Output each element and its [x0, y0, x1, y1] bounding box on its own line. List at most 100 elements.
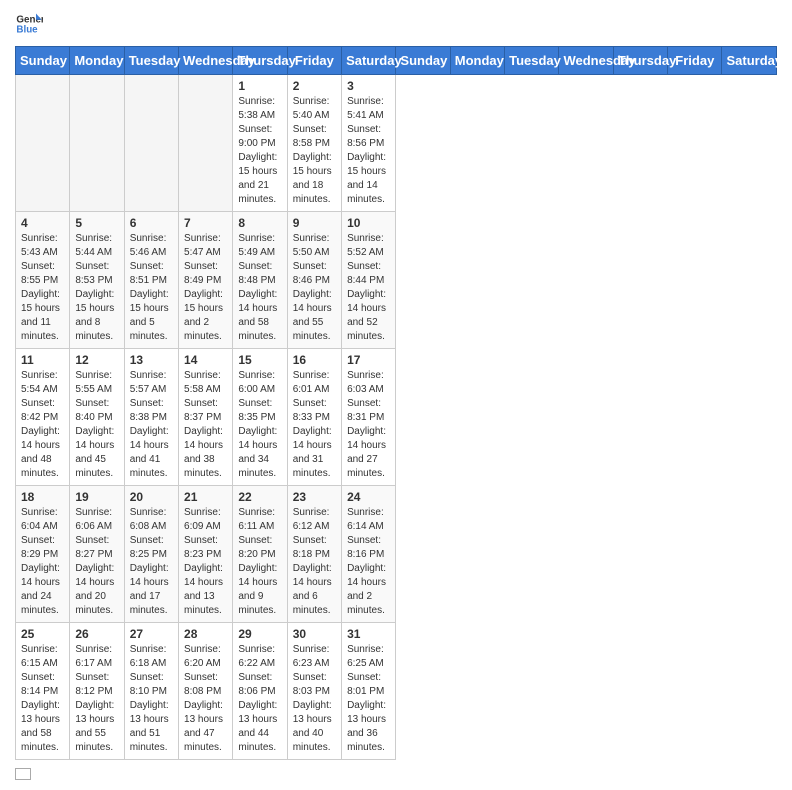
legend-color-box [15, 768, 31, 780]
day-number: 17 [347, 353, 390, 367]
calendar-cell: 3Sunrise: 5:41 AM Sunset: 8:56 PM Daylig… [342, 75, 396, 212]
calendar-cell: 22 Sunrise: 6:11 AM Sunset: 8:20 PM Dayli… [233, 486, 287, 623]
calendar-cell: 18 Sunrise: 6:04 AM Sunset: 8:29 PM Dayli… [16, 486, 70, 623]
cell-info: Sunrise: 5:43 AM Sunset: 8:55 PM Dayligh… [21, 232, 64, 344]
day-number: 14 [184, 353, 227, 367]
cell-info: Sunrise: 5:47 AM Sunset: 8:49 PM Dayligh… [184, 232, 227, 344]
day-number: 11 [21, 353, 64, 367]
calendar-cell: 21 Sunrise: 6:09 AM Sunset: 8:23 PM Dayli… [179, 486, 233, 623]
day-number: 8 [238, 216, 281, 230]
day-number: 9 [293, 216, 336, 230]
calendar-cell [70, 75, 124, 212]
day-header-wednesday: Wednesday [179, 47, 233, 75]
day-header-tuesday: Tuesday [124, 47, 178, 75]
cell-info: Sunrise: 6:22 AM Sunset: 8:06 PM Dayligh… [238, 643, 281, 755]
calendar-cell: 14 Sunrise: 5:58 AM Sunset: 8:37 PM Dayli… [179, 349, 233, 486]
page-header: General Blue [15, 10, 777, 38]
calendar-cell: 1 Sunrise: 5:38 AM Sunset: 9:00 PM Daylig… [233, 75, 287, 212]
cell-info: Sunrise: 5:46 AM Sunset: 8:51 PM Dayligh… [130, 232, 173, 344]
col-header-thursday: Thursday [613, 47, 667, 75]
col-header-saturday: Saturday [722, 47, 777, 75]
calendar-cell: 29 Sunrise: 6:22 AM Sunset: 8:06 PM Dayli… [233, 623, 287, 760]
calendar-cell: 13 Sunrise: 5:57 AM Sunset: 8:38 PM Dayli… [124, 349, 178, 486]
day-number: 13 [130, 353, 173, 367]
day-number: 27 [130, 627, 173, 641]
cell-info: Sunrise: 6:04 AM Sunset: 8:29 PM Dayligh… [21, 506, 64, 618]
col-header-friday: Friday [668, 47, 722, 75]
cell-info: Sunrise: 6:03 AM Sunset: 8:31 PM Dayligh… [347, 369, 390, 481]
calendar-table: SundayMondayTuesdayWednesdayThursdayFrid… [15, 46, 777, 760]
day-number: 7 [184, 216, 227, 230]
calendar-cell: 30 Sunrise: 6:23 AM Sunset: 8:03 PM Dayli… [287, 623, 341, 760]
cell-info: Sunrise: 5:50 AM Sunset: 8:46 PM Dayligh… [293, 232, 336, 344]
day-number: 22 [238, 490, 281, 504]
week-row-5: 25 Sunrise: 6:15 AM Sunset: 8:14 PM Dayli… [16, 623, 777, 760]
calendar-cell [16, 75, 70, 212]
cell-info: Sunrise: 5:57 AM Sunset: 8:38 PM Dayligh… [130, 369, 173, 481]
day-number: 21 [184, 490, 227, 504]
day-number: 23 [293, 490, 336, 504]
col-header-tuesday: Tuesday [505, 47, 559, 75]
calendar-cell: 27 Sunrise: 6:18 AM Sunset: 8:10 PM Dayli… [124, 623, 178, 760]
calendar-cell: 11 Sunrise: 5:54 AM Sunset: 8:42 PM Dayli… [16, 349, 70, 486]
cell-info: Sunrise: 5:38 AM Sunset: 9:00 PM Dayligh… [238, 95, 281, 207]
day-header-saturday: Saturday [342, 47, 396, 75]
cell-info: Sunrise: 6:11 AM Sunset: 8:20 PM Dayligh… [238, 506, 281, 618]
calendar-cell: 31Sunrise: 6:25 AM Sunset: 8:01 PM Dayli… [342, 623, 396, 760]
day-number: 4 [21, 216, 64, 230]
calendar-cell: 26 Sunrise: 6:17 AM Sunset: 8:12 PM Dayli… [70, 623, 124, 760]
day-number: 26 [75, 627, 118, 641]
cell-info: Sunrise: 6:23 AM Sunset: 8:03 PM Dayligh… [293, 643, 336, 755]
calendar-cell: 24 Sunrise: 6:14 AM Sunset: 8:16 PM Dayli… [342, 486, 396, 623]
day-number: 18 [21, 490, 64, 504]
week-row-3: 11 Sunrise: 5:54 AM Sunset: 8:42 PM Dayli… [16, 349, 777, 486]
cell-info: Sunrise: 6:09 AM Sunset: 8:23 PM Dayligh… [184, 506, 227, 618]
col-header-wednesday: Wednesday [559, 47, 613, 75]
calendar-cell: 23 Sunrise: 6:12 AM Sunset: 8:18 PM Dayli… [287, 486, 341, 623]
col-header-monday: Monday [450, 47, 504, 75]
cell-info: Sunrise: 5:54 AM Sunset: 8:42 PM Dayligh… [21, 369, 64, 481]
cell-info: Sunrise: 5:49 AM Sunset: 8:48 PM Dayligh… [238, 232, 281, 344]
calendar-cell: 6 Sunrise: 5:46 AM Sunset: 8:51 PM Daylig… [124, 212, 178, 349]
svg-text:Blue: Blue [16, 24, 38, 35]
cell-info: Sunrise: 6:15 AM Sunset: 8:14 PM Dayligh… [21, 643, 64, 755]
cell-info: Sunrise: 6:20 AM Sunset: 8:08 PM Dayligh… [184, 643, 227, 755]
header-row: SundayMondayTuesdayWednesdayThursdayFrid… [16, 47, 777, 75]
calendar-cell: 5Sunrise: 5:44 AM Sunset: 8:53 PM Daylig… [70, 212, 124, 349]
day-number: 24 [347, 490, 390, 504]
cell-info: Sunrise: 5:58 AM Sunset: 8:37 PM Dayligh… [184, 369, 227, 481]
day-number: 19 [75, 490, 118, 504]
day-number: 20 [130, 490, 173, 504]
day-number: 1 [238, 79, 281, 93]
cell-info: Sunrise: 6:06 AM Sunset: 8:27 PM Dayligh… [75, 506, 118, 618]
day-header-friday: Friday [287, 47, 341, 75]
day-number: 15 [238, 353, 281, 367]
cell-info: Sunrise: 5:52 AM Sunset: 8:44 PM Dayligh… [347, 232, 390, 344]
cell-info: Sunrise: 5:40 AM Sunset: 8:58 PM Dayligh… [293, 95, 336, 207]
calendar-cell: 2Sunrise: 5:40 AM Sunset: 8:58 PM Daylig… [287, 75, 341, 212]
cell-info: Sunrise: 6:08 AM Sunset: 8:25 PM Dayligh… [130, 506, 173, 618]
day-number: 25 [21, 627, 64, 641]
day-number: 30 [293, 627, 336, 641]
week-row-2: 4 Sunrise: 5:43 AM Sunset: 8:55 PM Daylig… [16, 212, 777, 349]
day-number: 16 [293, 353, 336, 367]
legend [15, 768, 777, 780]
calendar-cell: 16Sunrise: 6:01 AM Sunset: 8:33 PM Dayli… [287, 349, 341, 486]
cell-info: Sunrise: 6:17 AM Sunset: 8:12 PM Dayligh… [75, 643, 118, 755]
day-number: 6 [130, 216, 173, 230]
cell-info: Sunrise: 5:44 AM Sunset: 8:53 PM Dayligh… [75, 232, 118, 344]
logo: General Blue [15, 10, 43, 38]
col-header-sunday: Sunday [396, 47, 450, 75]
calendar-cell: 17 Sunrise: 6:03 AM Sunset: 8:31 PM Dayli… [342, 349, 396, 486]
logo-icon: General Blue [15, 10, 43, 38]
week-row-4: 18 Sunrise: 6:04 AM Sunset: 8:29 PM Dayli… [16, 486, 777, 623]
day-number: 12 [75, 353, 118, 367]
day-number: 29 [238, 627, 281, 641]
cell-info: Sunrise: 6:14 AM Sunset: 8:16 PM Dayligh… [347, 506, 390, 618]
calendar-cell: 8 Sunrise: 5:49 AM Sunset: 8:48 PM Daylig… [233, 212, 287, 349]
calendar-cell: 20 Sunrise: 6:08 AM Sunset: 8:25 PM Dayli… [124, 486, 178, 623]
cell-info: Sunrise: 5:55 AM Sunset: 8:40 PM Dayligh… [75, 369, 118, 481]
cell-info: Sunrise: 6:18 AM Sunset: 8:10 PM Dayligh… [130, 643, 173, 755]
cell-info: Sunrise: 6:12 AM Sunset: 8:18 PM Dayligh… [293, 506, 336, 618]
day-header-monday: Monday [70, 47, 124, 75]
